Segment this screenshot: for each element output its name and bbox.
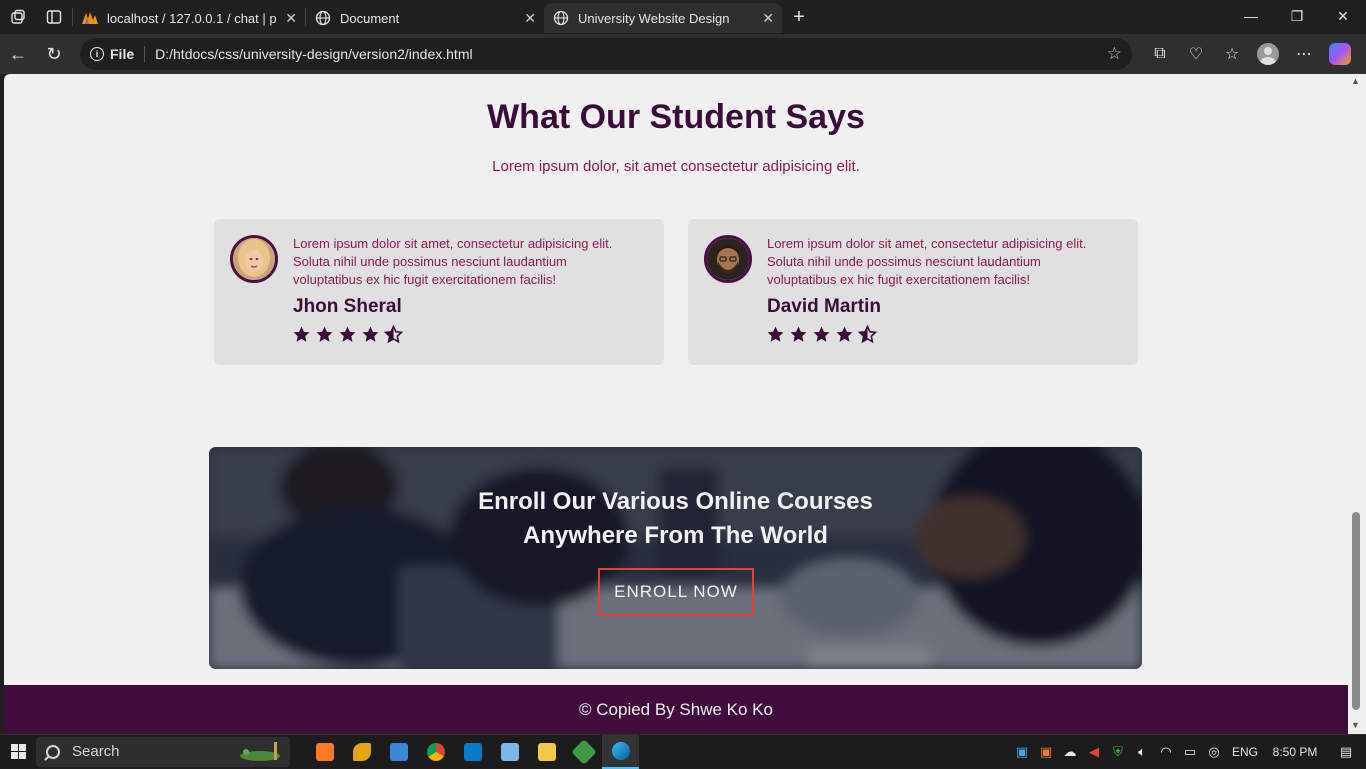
testimonial-name: Jhon Sheral [293,296,402,317]
security-shield-icon[interactable]: ⛨ [1106,744,1130,760]
file-explorer-icon[interactable] [528,735,565,769]
testimonial-text: Lorem ipsum dolor sit amet, consectetur … [293,236,613,287]
tab-strip: localhost / 127.0.0.1 / chat | phpM ✕ Do… [0,0,1366,34]
refresh-icon[interactable]: ↻ [36,38,72,70]
testimonial-card: Lorem ipsum dolor sit amet, consectetur … [688,219,1138,365]
testimonial-name: David Martin [767,296,882,317]
network-app-icon[interactable]: ▣ [1010,744,1034,760]
scroll-up-icon[interactable]: ▲ [1351,76,1360,86]
notepad-icon[interactable] [491,735,528,769]
taskbar-apps [306,734,639,769]
edge-icon[interactable] [602,734,639,769]
language-indicator[interactable]: ENG [1226,745,1264,759]
star-icon [293,326,310,342]
info-icon[interactable]: i [90,47,104,61]
enroll-headline-line2: Anywhere From The World [523,522,828,549]
tab-phpmyadmin[interactable]: localhost / 127.0.0.1 / chat | phpM ✕ [73,3,305,33]
page-scrollbar[interactable]: ▲ ▼ [1348,74,1366,734]
git-icon[interactable] [565,735,602,769]
url-text[interactable]: D:/htdocs/css/university-design/version2… [155,46,472,62]
half-star-icon [858,325,877,344]
globe-icon [314,9,332,27]
taskbar-search[interactable]: Search [36,736,290,767]
globe-icon [552,9,570,27]
extensions-icon[interactable]: ⧉ [1142,38,1178,70]
close-tab-icon[interactable]: ✕ [754,10,774,27]
avatar [230,235,278,283]
toolbar: ⧉ ♡ ☆ ⋯ [1142,38,1358,70]
enroll-now-button[interactable]: ENROLL NOW [598,568,754,616]
star-rating [766,325,877,344]
tab-title: Document [340,10,400,26]
restore-icon[interactable]: ❐ [1274,0,1320,32]
favorites-icon[interactable]: ☆ [1214,38,1250,70]
address-bar[interactable]: i File D:/htdocs/css/university-design/v… [80,38,1132,70]
avatar [704,235,752,283]
xampp-tray-icon[interactable]: ▣ [1034,744,1058,760]
star-icon [790,326,807,342]
testimonial-text: Lorem ipsum dolor sit amet, consectetur … [767,236,1087,287]
close-tab-icon[interactable]: ✕ [277,10,297,27]
notifications-icon[interactable]: ▤ [1326,744,1366,760]
testimonials-title: What Our Student Says [487,98,865,136]
star-icon [836,326,853,342]
star-icon [362,326,379,342]
system-tray: ▣ ▣ ☁ ◀ ⛨ 🔈︎ ◠ ▭ ◎ ENG 8:50 PM ▤ [1010,735,1366,769]
volume-muted-icon[interactable]: ◀ [1082,744,1106,760]
profile-icon[interactable] [1250,38,1286,70]
speaker-icon[interactable]: 🔈︎ [1130,744,1154,760]
star-icon [316,326,333,342]
close-window-icon[interactable]: ✕ [1320,0,1366,32]
minimize-icon[interactable]: — [1228,0,1274,32]
footer-text: © Copied By Shwe Ko Ko [579,699,773,719]
wifi-icon[interactable]: ◠ [1154,744,1178,760]
scrollbar-thumb[interactable] [1352,512,1360,710]
clock[interactable]: 8:50 PM [1264,745,1326,759]
remote-desktop-icon[interactable] [380,735,417,769]
testimonial-card: Lorem ipsum dolor sit amet, consectetur … [214,219,664,365]
back-icon[interactable]: ← [0,38,36,70]
enroll-banner: Enroll Our Various Online Courses Anywhe… [209,447,1142,669]
banner-overlay [209,447,1142,669]
new-tab-button[interactable]: + [782,2,816,32]
page-footer: © Copied By Shwe Ko Ko [4,685,1348,734]
tab-title: University Website Design [578,10,730,26]
vertical-tabs-icon[interactable] [36,0,72,34]
scheme-label: File [110,46,146,62]
star-rating [292,325,403,344]
battery-icon[interactable]: ▭ [1178,744,1202,760]
search-icon [46,744,60,759]
taskbar: Search ▣ ▣ ☁ ◀ ⛨ 🔈︎ ◠ ▭ ◎ ENG 8:50 PM ▤ [0,734,1366,769]
search-label: Search [72,743,120,760]
scroll-down-icon[interactable]: ▼ [1351,720,1360,730]
copilot-icon[interactable] [1322,38,1358,70]
xampp-icon[interactable] [306,735,343,769]
enroll-headline-line1: Enroll Our Various Online Courses [478,488,873,515]
tab-document[interactable]: Document ✕ [306,3,544,33]
tab-title: localhost / 127.0.0.1 / chat | phpM [107,10,277,26]
window-controls: — ❐ ✕ [1228,0,1366,32]
testimonials-subtitle: Lorem ipsum dolor, sit amet consectetur … [492,158,860,175]
enroll-headline: Enroll Our Various Online Courses Anywhe… [209,485,1142,553]
workspaces-icon[interactable] [0,0,36,34]
search-highlight-image [240,741,280,761]
chrome-icon[interactable] [417,735,454,769]
page-viewport: What Our Student Says Lorem ipsum dolor,… [4,74,1348,734]
windows-start-icon[interactable] [0,735,36,769]
star-icon [339,326,356,342]
half-star-icon [384,325,403,344]
favorite-star-icon[interactable]: ☆ [1107,44,1122,64]
more-options-icon[interactable]: ⋯ [1286,38,1322,70]
vscode-icon[interactable] [454,735,491,769]
onedrive-icon[interactable]: ☁ [1058,744,1082,760]
star-icon [813,326,830,342]
filezilla-icon[interactable] [343,735,380,769]
browser-essentials-icon[interactable]: ♡ [1178,38,1214,70]
close-tab-icon[interactable]: ✕ [516,10,536,27]
tab-university-website[interactable]: University Website Design ✕ [544,3,782,33]
location-icon[interactable]: ◎ [1202,744,1226,760]
phpmyadmin-icon [81,9,99,27]
star-icon [767,326,784,342]
navigation-bar: ← ↻ i File D:/htdocs/css/university-desi… [0,34,1366,74]
